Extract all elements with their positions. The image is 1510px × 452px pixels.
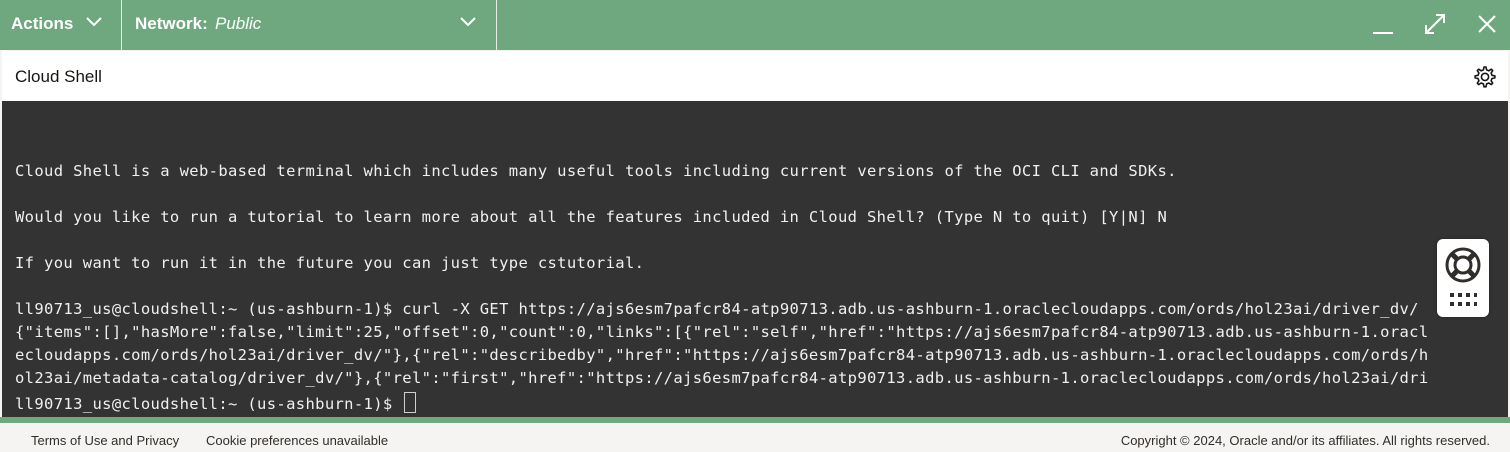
page-footer: Terms of Use and Privacy Cookie preferen…: [0, 423, 1510, 452]
maximize-icon[interactable]: [1417, 6, 1453, 42]
gear-icon[interactable]: [1472, 64, 1498, 90]
network-select[interactable]: Network: Public: [122, 0, 496, 50]
panel-header: Cloud Shell: [2, 51, 1508, 101]
copyright-text: Copyright © 2024, Oracle and/or its affi…: [1120, 433, 1490, 448]
terminal-line: {"items":[],"hasMore":false,"limit":25,"…: [15, 323, 1429, 341]
minimize-icon[interactable]: [1365, 6, 1401, 42]
terms-link[interactable]: Terms of Use and Privacy: [31, 433, 179, 448]
network-value: Public: [215, 14, 262, 33]
terminal-line: Cloud Shell is a web-based terminal whic…: [15, 162, 1177, 180]
terminal-line: ol23ai/metadata-catalog/driver_dv/"},{"r…: [15, 369, 1429, 387]
terminal-line: Would you like to run a tutorial to lear…: [15, 208, 1168, 226]
top-toolbar: Actions Network: Public: [0, 0, 1510, 50]
actions-label: Actions: [11, 14, 74, 33]
terminal-line: ll90713_us@cloudshell:~ (us-ashburn-1)$ …: [15, 300, 1419, 318]
terminal-cursor[interactable]: [404, 392, 417, 413]
chevron-down-icon: [460, 17, 476, 27]
keypad-icon[interactable]: [1449, 291, 1477, 309]
panel-title: Cloud Shell: [15, 67, 102, 86]
terminal-line: If you want to run it in the future you …: [15, 254, 645, 272]
cookie-preferences-link[interactable]: Cookie preferences unavailable: [206, 433, 388, 448]
divider: [496, 0, 497, 50]
help-panel: [1437, 239, 1489, 317]
terminal-line: ecloudapps.com/ords/hol23ai/driver_dv/"}…: [15, 346, 1429, 364]
terminal-prompt-line: ll90713_us@cloudshell:~ (us-ashburn-1)$: [15, 392, 417, 413]
close-icon[interactable]: [1469, 6, 1505, 42]
terminal[interactable]: Cloud Shell is a web-based terminal whic…: [2, 101, 1508, 417]
actions-menu-button[interactable]: Actions: [0, 0, 121, 50]
chevron-down-icon: [86, 17, 102, 27]
lifebuoy-icon[interactable]: [1443, 245, 1483, 285]
terminal-prompt: ll90713_us@cloudshell:~ (us-ashburn-1)$: [15, 395, 403, 413]
network-label: Network:: [135, 14, 208, 33]
